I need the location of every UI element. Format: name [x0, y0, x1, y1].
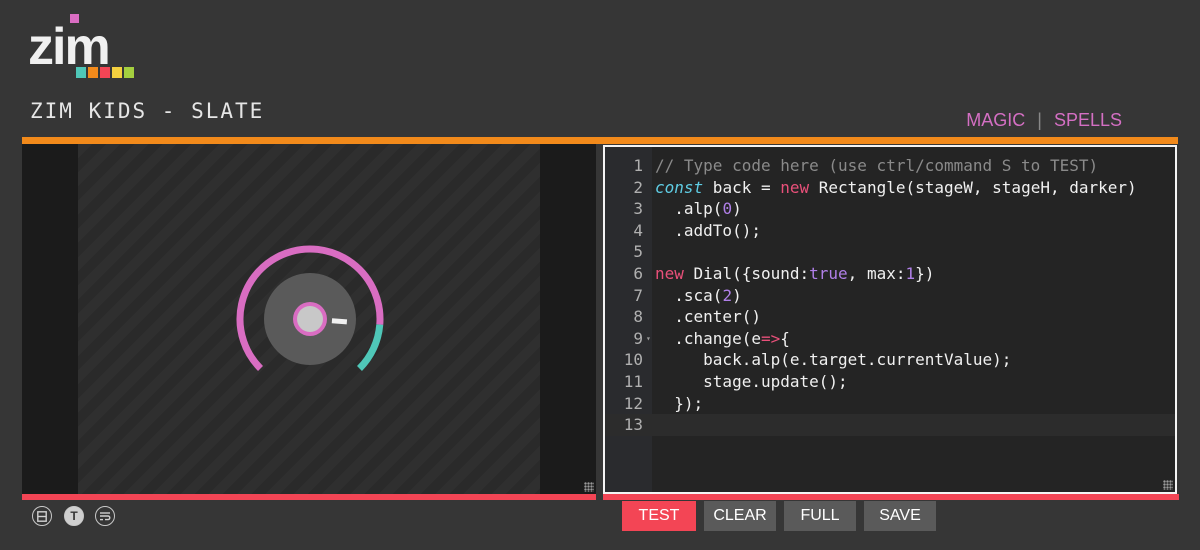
- code-line[interactable]: 5: [605, 241, 1175, 263]
- magic-link[interactable]: MAGIC: [966, 110, 1025, 131]
- code-token: stage.update();: [655, 371, 848, 391]
- line-code: back.alp(e.target.currentValue);: [655, 349, 1011, 371]
- code-token: ): [732, 199, 742, 219]
- header-divider: [22, 137, 1178, 144]
- line-number: 9: [633, 328, 643, 348]
- text-icon[interactable]: T: [64, 506, 84, 526]
- code-token: // Type code here (use ctrl/command S to…: [655, 156, 1099, 175]
- line-code: });: [655, 393, 703, 415]
- dial-center-knob: [297, 306, 323, 332]
- code-line[interactable]: 7 .sca(2): [605, 285, 1175, 307]
- line-code: .addTo();: [655, 220, 761, 242]
- wrap-icon[interactable]: [95, 506, 115, 526]
- line-number: 10: [623, 350, 643, 370]
- code-line[interactable]: 12 });: [605, 393, 1175, 415]
- code-token: });: [655, 393, 704, 413]
- code-line[interactable]: 10 back.alp(e.target.currentValue);: [605, 349, 1175, 371]
- fold-arrow-icon[interactable]: ▾: [646, 328, 651, 350]
- code-token: true: [809, 263, 848, 283]
- action-buttons: TEST CLEAR FULL SAVE: [622, 501, 936, 531]
- nav-separator: |: [1037, 110, 1042, 130]
- dial-arc-track: [356, 324, 384, 371]
- line-code: // Type code here (use ctrl/command S to…: [655, 155, 1098, 177]
- line-number: 4: [633, 220, 643, 240]
- code-token: new: [780, 177, 810, 197]
- code-token: }): [915, 263, 935, 283]
- code-line[interactable]: 4 .addTo();: [605, 220, 1175, 242]
- code-token: .addTo();: [655, 220, 761, 240]
- line-code: new Dial({sound:true, max:1}): [655, 263, 934, 285]
- spells-link[interactable]: SPELLS: [1054, 110, 1122, 131]
- slate-page: zim ZIM KIDS - SLATE MAGIC | SPELLS 1 //…: [0, 0, 1200, 550]
- code-token: 0: [722, 199, 733, 219]
- code-token: back =: [703, 177, 781, 197]
- line-code: const back = new Rectangle(stageW, stage…: [655, 177, 1137, 199]
- line-number: 13: [623, 415, 643, 435]
- code-token: , max:: [847, 263, 906, 283]
- code-token: const: [655, 177, 704, 197]
- code-editor[interactable]: 1 // Type code here (use ctrl/command S t…: [603, 145, 1177, 494]
- preview-stage[interactable]: [22, 144, 596, 494]
- code-token: {: [780, 328, 790, 348]
- code-token: 1: [905, 263, 916, 283]
- editor-resize-handle[interactable]: [1163, 480, 1173, 490]
- code-token: new: [655, 263, 684, 283]
- editor-bottom-bar: [603, 494, 1179, 500]
- line-number: 7: [633, 285, 643, 305]
- line-code: .center(): [655, 306, 761, 328]
- code-token: Dial({sound:: [683, 263, 810, 283]
- split-layout-icon[interactable]: [32, 506, 52, 526]
- code-line[interactable]: 8 .center(): [605, 306, 1175, 328]
- stage-resize-handle[interactable]: [584, 482, 594, 492]
- line-number: 5: [633, 242, 643, 262]
- line-number: 8: [633, 307, 643, 327]
- line-number: 6: [633, 263, 643, 283]
- save-button[interactable]: SAVE: [864, 501, 936, 531]
- stage-canvas: [78, 144, 540, 494]
- line-number: 3: [633, 199, 643, 219]
- line-number: 11: [623, 371, 643, 391]
- code-line[interactable]: 6 new Dial({sound:true, max:1}): [605, 263, 1175, 285]
- line-number: 2: [633, 177, 643, 197]
- code-token: back.alp(e.target.currentValue);: [655, 350, 1012, 370]
- code-line[interactable]: 2 const back = new Rectangle(stageW, stag…: [605, 177, 1175, 199]
- line-code: .alp(0): [655, 198, 742, 220]
- code-line[interactable]: 13: [605, 414, 1175, 436]
- code-token: .sca(: [655, 285, 723, 305]
- zim-logo: zim: [28, 14, 134, 78]
- top-nav: MAGIC | SPELLS: [966, 110, 1122, 131]
- test-button[interactable]: TEST: [622, 501, 696, 531]
- code-token: .center(): [655, 307, 761, 327]
- line-number: 12: [623, 393, 643, 413]
- stage-bottom-bar: [22, 494, 596, 500]
- code-token: 2: [722, 285, 733, 305]
- text-icon-glyph: T: [70, 509, 78, 523]
- code-token: .change(e: [655, 328, 761, 348]
- code-lines[interactable]: 1 // Type code here (use ctrl/command S t…: [605, 155, 1175, 436]
- line-code: stage.update();: [655, 371, 848, 393]
- code-line[interactable]: 3 .alp(0): [605, 198, 1175, 220]
- line-number: 1: [633, 156, 643, 175]
- clear-button[interactable]: CLEAR: [704, 501, 776, 531]
- line-code: .sca(2): [655, 285, 742, 307]
- code-token: ): [732, 285, 742, 305]
- code-token: .alp(: [655, 199, 723, 219]
- app-title: ZIM KIDS - SLATE: [30, 99, 265, 123]
- code-token: =>: [760, 328, 781, 348]
- code-line[interactable]: 11 stage.update();: [605, 371, 1175, 393]
- code-line[interactable]: 9 ▾ .change(e=>{: [605, 328, 1175, 350]
- code-line[interactable]: 1 // Type code here (use ctrl/command S t…: [605, 155, 1175, 177]
- dial-pointer: [331, 318, 348, 325]
- full-button[interactable]: FULL: [784, 501, 856, 531]
- dial-widget[interactable]: [78, 144, 540, 494]
- line-code: .change(e=>{: [655, 328, 790, 350]
- code-token: Rectangle(stageW, stageH, darker): [809, 177, 1137, 197]
